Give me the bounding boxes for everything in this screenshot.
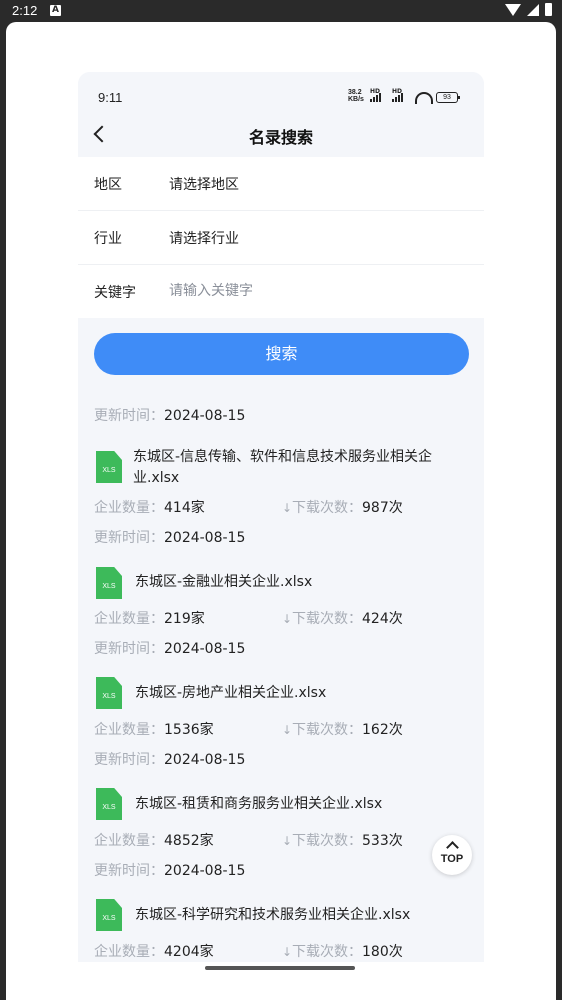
industry-value: 请选择行业 bbox=[169, 231, 239, 247]
file-name: 东城区-金融业相关企业.xlsx bbox=[135, 574, 313, 590]
home-indicator[interactable] bbox=[205, 966, 355, 970]
top-label: TOP bbox=[440, 853, 464, 865]
xls-file-icon: XLS bbox=[96, 788, 122, 820]
region-selector[interactable]: 地区 请选择地区 bbox=[78, 157, 484, 211]
page-title: 名录搜索 bbox=[248, 128, 313, 147]
file-name: 东城区-科学研究和技术服务业相关企业.xlsx bbox=[135, 907, 411, 923]
search-form: 地区 请选择地区 行业 请选择行业 关键字 bbox=[78, 157, 484, 318]
update-time: 更新时间：2024-08-15 bbox=[94, 530, 246, 546]
signal-2-icon bbox=[392, 92, 414, 102]
device-status-icons bbox=[505, 3, 552, 16]
download-count: ↓下载次数：162次 bbox=[282, 722, 403, 738]
app-clock: 9:11 bbox=[98, 90, 123, 105]
download-icon: ↓ bbox=[282, 612, 293, 626]
download-icon: ↓ bbox=[282, 945, 293, 959]
company-count: 企业数量：414家 bbox=[94, 500, 205, 516]
company-count: 企业数量：1536家 bbox=[94, 722, 214, 738]
keyword-input[interactable] bbox=[167, 277, 471, 305]
app-wifi-icon bbox=[415, 92, 433, 104]
company-count: 企业数量：4204家 bbox=[94, 944, 214, 960]
app-status-bar: 9:11 38.2 KB/s HD HD 93 bbox=[78, 72, 484, 112]
battery-icon bbox=[545, 3, 552, 16]
download-icon: ↓ bbox=[282, 834, 293, 848]
search-button[interactable]: 搜索 bbox=[94, 333, 469, 375]
xls-file-icon: XLS bbox=[96, 899, 122, 931]
xls-file-icon: XLS bbox=[96, 567, 122, 599]
xls-file-icon: XLS bbox=[96, 677, 122, 709]
download-count: ↓下载次数：424次 bbox=[282, 611, 403, 627]
download-count: ↓下载次数：180次 bbox=[282, 944, 403, 960]
signal-1-icon bbox=[370, 92, 392, 102]
xls-file-icon: XLS bbox=[96, 451, 122, 483]
region-value: 请选择地区 bbox=[169, 177, 239, 193]
network-speed: 38.2 KB/s bbox=[348, 89, 364, 103]
wifi-icon bbox=[505, 3, 521, 16]
update-time: 更新时间：2024-08-15 bbox=[94, 863, 246, 879]
file-name: 东城区-租赁和商务服务业相关企业.xlsx bbox=[135, 796, 383, 812]
update-time: 更新时间：2024-08-15 bbox=[94, 752, 246, 768]
industry-selector[interactable]: 行业 请选择行业 bbox=[78, 211, 484, 265]
download-icon: ↓ bbox=[282, 723, 293, 737]
industry-label: 行业 bbox=[94, 231, 122, 247]
update-time: 更新时间：2024-08-15 bbox=[94, 641, 246, 657]
app-battery-icon: 93 bbox=[436, 92, 460, 103]
company-count: 企业数量：4852家 bbox=[94, 833, 214, 849]
keyword-row: 关键字 bbox=[78, 265, 484, 318]
scroll-to-top-button[interactable]: TOP bbox=[432, 835, 472, 875]
download-count: ↓下载次数：987次 bbox=[282, 500, 403, 516]
chevron-up-icon bbox=[446, 841, 459, 854]
partial-updated: 更新时间：2024-08-15 bbox=[94, 408, 246, 424]
region-label: 地区 bbox=[94, 177, 122, 193]
device-status-bar: 2:12 A bbox=[0, 0, 562, 22]
download-count: ↓下载次数：533次 bbox=[282, 833, 403, 849]
cell-signal-icon bbox=[527, 3, 539, 16]
nav-bar: 名录搜索 bbox=[78, 112, 484, 157]
notification-a-icon: A bbox=[50, 5, 61, 16]
file-name: 东城区-房地产业相关企业.xlsx bbox=[135, 685, 327, 701]
company-count: 企业数量：219家 bbox=[94, 611, 205, 627]
app-screen: 9:11 38.2 KB/s HD HD 93 名录搜索 地区 请选择地区 行业… bbox=[78, 72, 484, 962]
file-name: 东城区-信息传输、软件和信息技术服务业相关企业.xlsx bbox=[133, 449, 433, 486]
keyword-label: 关键字 bbox=[94, 285, 136, 301]
download-icon: ↓ bbox=[282, 501, 293, 515]
device-clock: 2:12 bbox=[12, 3, 38, 18]
